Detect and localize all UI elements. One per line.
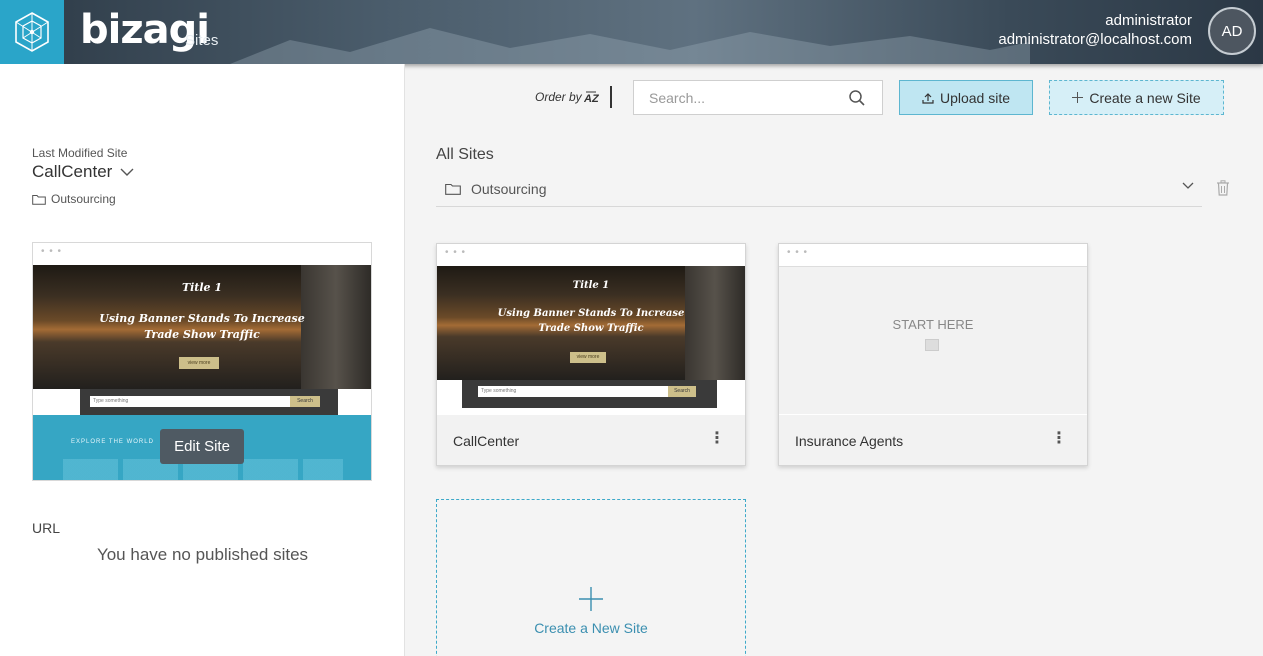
card-preview-search-button: Search bbox=[668, 386, 696, 397]
image-placeholder-icon bbox=[925, 339, 939, 351]
plus-icon bbox=[579, 587, 603, 611]
card-preview-headline: Using Banner Stands To Increase Trade Sh… bbox=[497, 308, 685, 334]
kebab-menu-icon[interactable]: ⋮ bbox=[709, 431, 725, 447]
svg-text:AZ: AZ bbox=[584, 93, 600, 104]
preview-search-field: Type something bbox=[90, 396, 290, 407]
top-header: bizagi Sites administrator administrator… bbox=[0, 0, 1263, 64]
folder-name: Outsourcing bbox=[471, 181, 547, 197]
all-sites-title: All Sites bbox=[436, 146, 494, 163]
preview-view-more-button: view more bbox=[179, 357, 219, 369]
chevron-down-icon bbox=[120, 168, 134, 176]
card-footer: Insurance Agents ⋮ bbox=[779, 415, 1087, 465]
preview-title: Title 1 bbox=[181, 281, 223, 294]
left-panel: Last Modified Site CallCenter Outsourcin… bbox=[0, 64, 405, 656]
folder-row-outsourcing[interactable]: Outsourcing bbox=[436, 172, 1202, 207]
trash-icon[interactable] bbox=[1216, 180, 1230, 196]
card-preview-title: Title 1 bbox=[572, 280, 610, 291]
preview-section-label: EXPLORE THE WORLD bbox=[71, 439, 154, 445]
card-footer: CallCenter ⋮ bbox=[437, 415, 745, 465]
create-new-site-card[interactable]: Create a New Site bbox=[436, 499, 746, 656]
bizagi-logo-icon[interactable] bbox=[0, 0, 64, 64]
card-site-name: CallCenter bbox=[453, 433, 520, 449]
user-avatar[interactable]: AD bbox=[1208, 7, 1256, 55]
preview-banner: Title 1 Using Banner Stands To Increase … bbox=[33, 265, 371, 389]
upload-site-button[interactable]: Upload site bbox=[899, 80, 1033, 115]
kebab-menu-icon[interactable]: ⋮ bbox=[1051, 431, 1067, 447]
sort-az-icon: AZ bbox=[584, 91, 600, 104]
create-new-site-card-label: Create a New Site bbox=[534, 620, 648, 636]
preview-search-strip: Type something Search bbox=[80, 389, 338, 415]
card-preview-search-strip: Type something Search bbox=[462, 380, 717, 408]
chevron-down-icon[interactable] bbox=[1182, 182, 1194, 190]
card-site-name: Insurance Agents bbox=[795, 433, 904, 449]
card-preview-search-field: Type something bbox=[478, 386, 668, 397]
upload-icon bbox=[922, 92, 934, 104]
site-card-callcenter[interactable]: • • • Title 1 Using Banner Stands To Inc… bbox=[436, 243, 746, 466]
preview-search-button: Search bbox=[290, 396, 320, 407]
brand-subtitle: Sites bbox=[185, 32, 219, 49]
card-blank-preview: START HERE bbox=[779, 266, 1087, 414]
last-modified-folder-name: Outsourcing bbox=[51, 192, 116, 206]
create-new-site-button[interactable]: Create a new Site bbox=[1049, 80, 1224, 115]
site-card-insurance-agents[interactable]: • • • START HERE Insurance Agents ⋮ bbox=[778, 243, 1088, 466]
url-label: URL bbox=[32, 520, 61, 536]
last-modified-site-preview[interactable]: • • • Title 1 Using Banner Stands To Inc… bbox=[32, 242, 372, 481]
search-icon[interactable] bbox=[848, 89, 866, 107]
last-modified-label: Last Modified Site bbox=[32, 146, 128, 160]
window-dots-icon: • • • bbox=[41, 246, 63, 257]
preview-headline: Using Banner Stands To Increase Trade Sh… bbox=[99, 312, 305, 341]
user-email: administrator@localhost.com bbox=[998, 31, 1192, 48]
search-box bbox=[633, 80, 883, 115]
window-dots-icon: • • • bbox=[445, 247, 467, 258]
last-modified-site-selector[interactable]: CallCenter bbox=[32, 162, 134, 182]
card-preview-button: view more bbox=[570, 352, 606, 363]
card-preview-banner: Title 1 Using Banner Stands To Increase … bbox=[437, 266, 745, 380]
create-new-site-label: Create a new Site bbox=[1089, 89, 1201, 106]
mountains-decoration bbox=[230, 28, 1030, 64]
upload-site-label: Upload site bbox=[939, 89, 1011, 106]
last-modified-site-name: CallCenter bbox=[32, 162, 113, 181]
order-by-label: Order by bbox=[535, 90, 582, 104]
no-published-message: You have no published sites bbox=[96, 545, 309, 564]
order-by-control[interactable]: Order by AZ bbox=[535, 90, 600, 104]
search-input[interactable] bbox=[634, 81, 844, 114]
order-divider bbox=[610, 86, 612, 108]
folder-icon bbox=[445, 183, 461, 195]
edit-site-button[interactable]: Edit Site bbox=[160, 429, 244, 464]
folder-icon bbox=[32, 194, 46, 205]
window-dots-icon: • • • bbox=[787, 247, 809, 258]
user-name: administrator bbox=[1105, 12, 1192, 29]
start-here-text: START HERE bbox=[892, 317, 974, 332]
plus-icon bbox=[1072, 92, 1084, 103]
last-modified-folder: Outsourcing bbox=[32, 192, 116, 206]
